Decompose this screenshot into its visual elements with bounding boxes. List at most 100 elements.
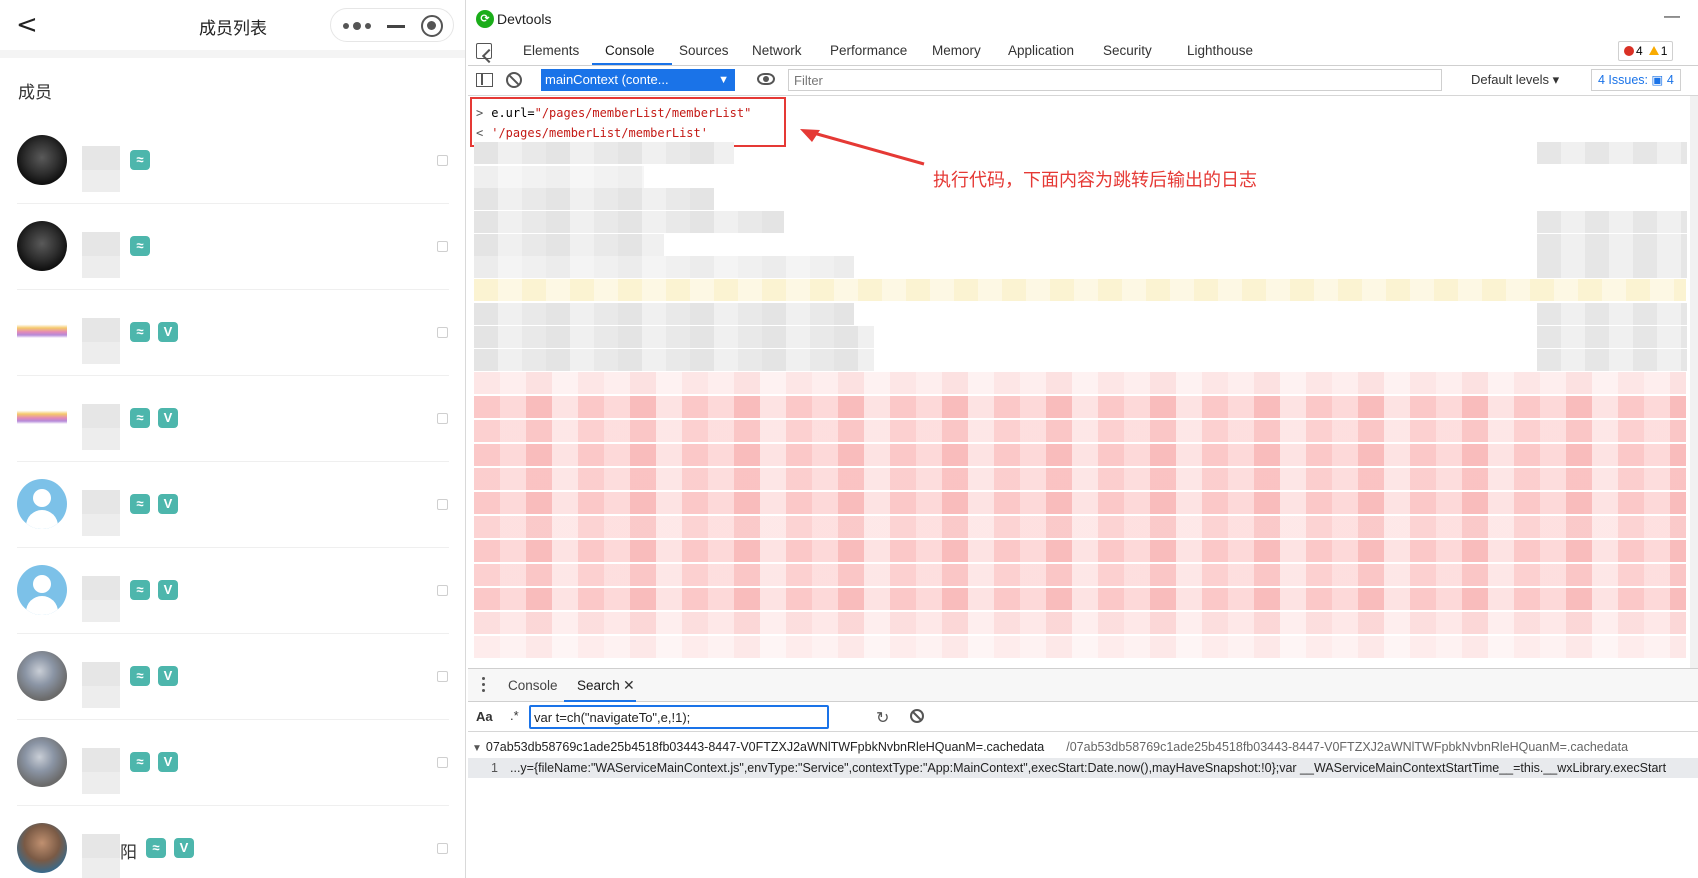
name-redaction [82,256,120,278]
regex-button[interactable]: .* [510,708,519,723]
grad-icon: ≈ [146,838,166,858]
drawer-tab-search[interactable]: Search [577,678,620,693]
close-capsule-icon[interactable] [421,15,443,37]
select-checkbox[interactable] [437,499,448,510]
member-row[interactable]: ≈ [0,118,465,204]
tab-network[interactable]: Network [752,43,802,58]
chevron-down-icon: ▾ [1552,72,1560,87]
select-checkbox[interactable] [437,413,448,424]
verified-icon: V [158,494,178,514]
select-checkbox[interactable] [437,327,448,338]
name-redaction [82,834,120,860]
blurred-error-row [474,588,1686,610]
blurred-log-row [474,166,644,188]
select-checkbox[interactable] [437,757,448,768]
avatar [17,135,67,185]
blurred-error-row [474,396,1686,418]
search-result-file[interactable]: ▼ 07ab53db58769c1ade25b4518fb03443-8447-V… [472,740,1628,754]
input-prompt-icon: > [476,106,484,120]
select-checkbox[interactable] [437,241,448,252]
tab-console[interactable]: Console [605,43,655,58]
avatar [17,221,67,271]
select-checkbox[interactable] [437,843,448,854]
console-output[interactable]: > e.url="/pages/memberList/memberList" < '… [468,96,1698,668]
log-levels-dropdown[interactable]: Default levels ▾ [1471,72,1559,88]
member-row[interactable]: ≈ V [0,462,465,548]
member-name: 阳 [120,843,137,863]
member-row[interactable]: ≈ V [0,548,465,634]
context-selector-label: mainContext (conte... [545,72,669,87]
grad-icon: ≈ [130,580,150,600]
tab-memory[interactable]: Memory [932,43,981,58]
select-checkbox[interactable] [437,671,448,682]
panel-tabs: Elements Console Sources Network Perform… [468,38,1698,66]
blurred-error-row [474,516,1686,538]
name-redaction [82,514,120,536]
active-tab-indicator [592,63,672,65]
inspect-element-icon[interactable] [476,43,492,59]
blurred-log-row [474,142,734,164]
member-row[interactable]: ≈ V [0,634,465,720]
tab-sources[interactable]: Sources [679,43,729,58]
blurred-error-row [474,420,1686,442]
tab-security[interactable]: Security [1103,43,1152,58]
match-case-button[interactable]: Aa [476,709,493,724]
verified-icon: V [158,322,178,342]
tab-application[interactable]: Application [1008,43,1074,58]
name-redaction [82,748,120,774]
more-icon[interactable] [343,15,373,35]
blurred-log-row [474,303,854,325]
grad-icon: ≈ [130,236,150,256]
member-row[interactable]: ≈ V [0,720,465,806]
log-levels-label: Default levels [1471,72,1550,87]
nav-bar: < 成员列表 [0,0,465,50]
blurred-warning-row [474,279,1686,301]
member-row[interactable]: ≈ [0,204,465,290]
chevron-down-icon: ▼ [718,74,729,86]
error-warning-counter[interactable]: 41 [1618,41,1674,61]
issues-button[interactable]: 4 Issues: ▣ 4 [1591,69,1681,91]
input-code: e.url= [491,106,535,120]
search-input[interactable] [529,705,829,729]
select-checkbox[interactable] [437,155,448,166]
result-file-name: 07ab53db58769c1ade25b4518fb03443-8447-V0… [485,740,1045,754]
blurred-error-row [474,612,1686,634]
clear-console-icon[interactable] [506,72,522,88]
close-search-tab-icon[interactable]: ✕ [623,677,635,694]
drawer-tab-console[interactable]: Console [508,678,558,693]
console-scrollbar[interactable] [1690,96,1698,668]
minimize-button[interactable]: — [1664,8,1680,26]
drawer-menu-icon[interactable] [482,677,486,695]
blurred-error-row [474,564,1686,586]
tab-lighthouse[interactable]: Lighthouse [1187,43,1253,58]
tab-elements[interactable]: Elements [523,43,579,58]
search-result-line[interactable]: 1 ...y={fileName:"WAServiceMainContext.js… [468,758,1698,778]
show-sidebar-icon[interactable] [476,73,493,87]
name-redaction [82,662,120,688]
verified-icon: V [174,838,194,858]
live-expression-eye-icon[interactable] [757,73,775,85]
search-bar: Aa .* ↻ [468,702,1698,732]
context-selector[interactable]: mainContext (conte... ▼ [541,69,735,91]
name-redaction [82,576,120,602]
result-file-path: /07ab53db58769c1ade25b4518fb03443-8447-V… [1066,740,1629,754]
blurred-log-source [1537,326,1687,348]
expand-triangle-icon: ▼ [472,743,482,754]
grad-icon: ≈ [130,494,150,514]
error-icon [1624,46,1634,56]
console-input-line: > e.url="/pages/memberList/memberList" [476,106,751,120]
member-row[interactable]: ≈ V [0,290,465,376]
filter-input[interactable] [788,69,1442,91]
select-checkbox[interactable] [437,585,448,596]
verified-icon: V [158,580,178,600]
blurred-log-row [474,234,664,256]
blurred-log-source [1537,234,1687,256]
tab-performance[interactable]: Performance [830,43,907,58]
member-row[interactable]: ≈ V [0,376,465,462]
minimize-icon[interactable] [385,16,407,36]
member-row[interactable]: 阳 ≈ V [0,806,465,878]
blurred-error-row [474,444,1686,466]
clear-search-icon[interactable] [910,709,924,723]
avatar [17,393,67,443]
refresh-icon[interactable]: ↻ [876,708,889,727]
